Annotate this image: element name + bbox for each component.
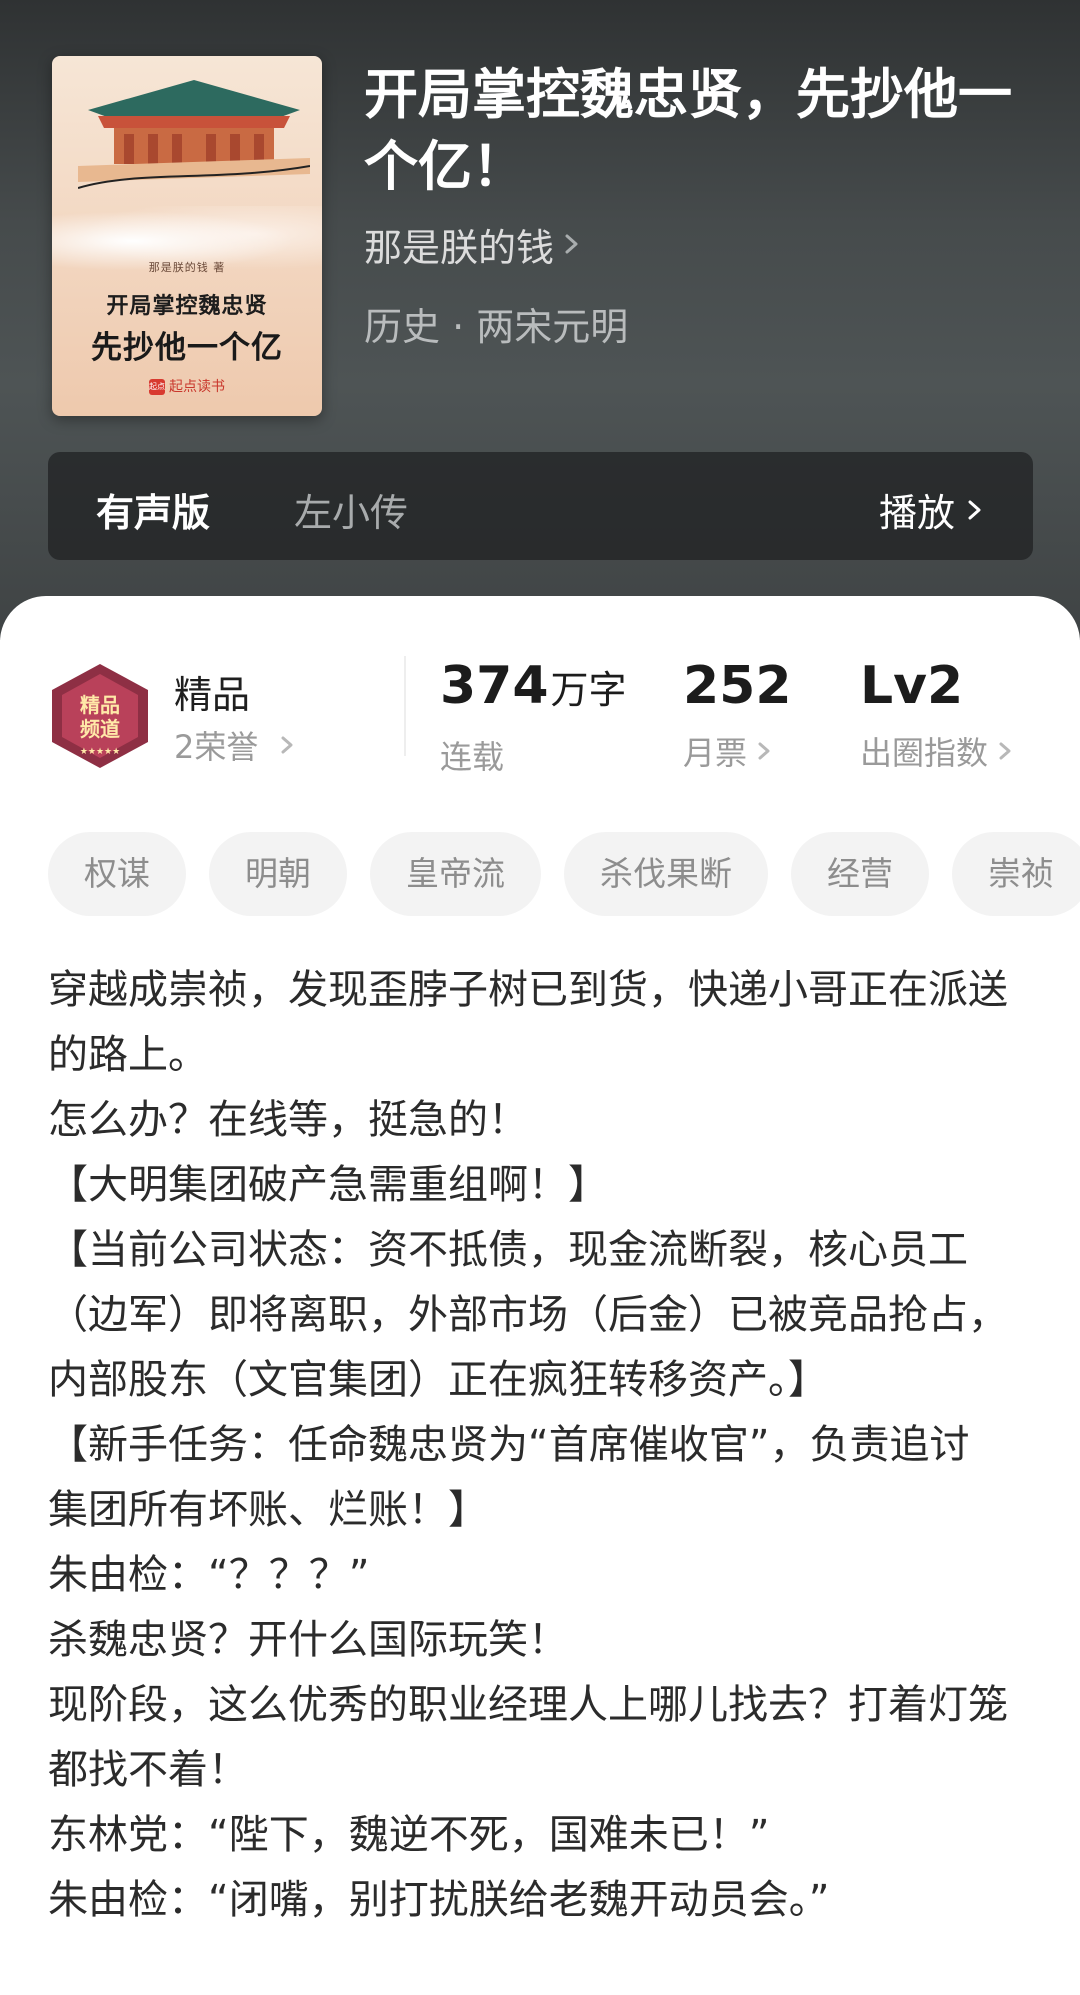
synopsis-paragraph: 朱由检：“？？？” <box>48 1552 370 1598</box>
divider <box>404 656 406 756</box>
book-cover[interactable]: 那是朕的钱 著 开局掌控魏忠贤 先抄他一个亿 起点 起点读书 <box>52 56 322 416</box>
publisher-name: 起点读书 <box>169 379 225 395</box>
tag-chip[interactable]: 经营 <box>791 832 929 916</box>
honor-title: 精品 <box>174 673 251 717</box>
author-name: 那是朕的钱 <box>364 225 555 270</box>
cover-publisher: 起点 起点读书 <box>52 376 322 396</box>
chevron-right-icon <box>999 742 1011 760</box>
chevron-right-icon <box>758 742 770 760</box>
book-genre[interactable]: 历史 · 两宋元明 <box>364 296 628 351</box>
tag-chip[interactable]: 明朝 <box>209 832 347 916</box>
chevron-right-icon <box>968 500 981 519</box>
monthly-ticket-label: 月票 <box>683 734 748 772</box>
synopsis-paragraph: 【当前公司状态：资不抵债，现金流断裂，核心员工（边军）即将离职，外部市场（后金）… <box>48 1227 1008 1403</box>
tag-list[interactable]: 权谋 明朝 皇帝流 杀伐果断 经营 崇祯 <box>48 832 1080 916</box>
cover-title-line1: 开局掌控魏忠贤 <box>106 294 268 319</box>
cover-author: 那是朕的钱 著 <box>148 261 226 274</box>
monthly-ticket-value: 252 <box>683 656 792 716</box>
synopsis-paragraph: 穿越成崇祯，发现歪脖子树已到货，快递小哥正在派送的路上。 <box>48 967 1008 1078</box>
synopsis-paragraph: 东林党：“陛下，魏逆不死，国难未已！” <box>48 1812 770 1858</box>
palace-illustration <box>78 80 310 189</box>
synopsis-paragraph: 朱由检：“闭嘴，别打扰朕给老魏开动员会。” <box>48 1877 830 1923</box>
popularity-index-value: Lv2 <box>860 656 964 716</box>
chevron-right-icon <box>565 234 578 254</box>
chevron-right-icon <box>281 736 293 754</box>
publisher-logo-icon: 起点 <box>149 379 165 395</box>
book-synopsis[interactable]: 穿越成崇祯，发现歪脖子树已到货，快递小哥正在派送的路上。 怎么办？在线等，挺急的… <box>48 958 1008 1933</box>
tag-chip[interactable]: 杀伐果断 <box>564 832 768 916</box>
audio-narrator: 左小传 <box>294 491 409 535</box>
stat-popularity-index[interactable]: Lv2 出圈指数 <box>860 656 1012 774</box>
honor-link[interactable]: 2荣誉 <box>174 722 294 768</box>
book-title: 开局掌控魏忠贤，先抄他一个亿！ <box>364 62 1012 198</box>
word-count-value: 374 <box>440 656 549 716</box>
tag-chip[interactable]: 崇祯 <box>952 832 1080 916</box>
badge-text-bottom: 频道 <box>80 717 120 741</box>
tag-chip[interactable]: 皇帝流 <box>370 832 541 916</box>
synopsis-paragraph: 现阶段，这么优秀的职业经理人上哪儿找去？打着灯笼都找不着！ <box>48 1682 1008 1793</box>
synopsis-paragraph: 【新手任务：任命魏忠贤为“首席催收官”，负责追讨集团所有坏账、烂账！】 <box>48 1422 970 1533</box>
audio-label: 有声版 <box>96 491 211 535</box>
badge-text-top: 精品 <box>80 693 120 717</box>
honor-count: 2荣誉 <box>174 728 259 766</box>
popularity-index-label: 出圈指数 <box>860 734 989 772</box>
premium-channel-badge-icon[interactable]: 精品 频道 ★★★★★ <box>48 662 152 770</box>
play-label: 播放 <box>878 491 955 535</box>
tag-chip[interactable]: 权谋 <box>48 832 186 916</box>
serial-status: 连载 <box>440 738 505 776</box>
badge-stars: ★★★★★ <box>80 747 120 757</box>
stat-monthly-ticket[interactable]: 252 月票 <box>683 656 792 774</box>
play-button[interactable]: 播放 <box>879 482 983 537</box>
stat-word-count: 374万字 连载 <box>440 656 627 778</box>
audio-version-bar[interactable]: 有声版 左小传 播放 <box>48 452 1033 560</box>
synopsis-paragraph: 怎么办？在线等，挺急的！ <box>48 1097 528 1143</box>
cover-title-line2: 先抄他一个亿 <box>91 330 283 366</box>
word-count-unit: 万字 <box>550 668 627 712</box>
synopsis-paragraph: 杀魏忠贤？开什么国际玩笑！ <box>48 1617 568 1663</box>
synopsis-paragraph: 【大明集团破产急需重组啊！】 <box>48 1162 608 1208</box>
author-link[interactable]: 那是朕的钱 <box>364 222 580 270</box>
